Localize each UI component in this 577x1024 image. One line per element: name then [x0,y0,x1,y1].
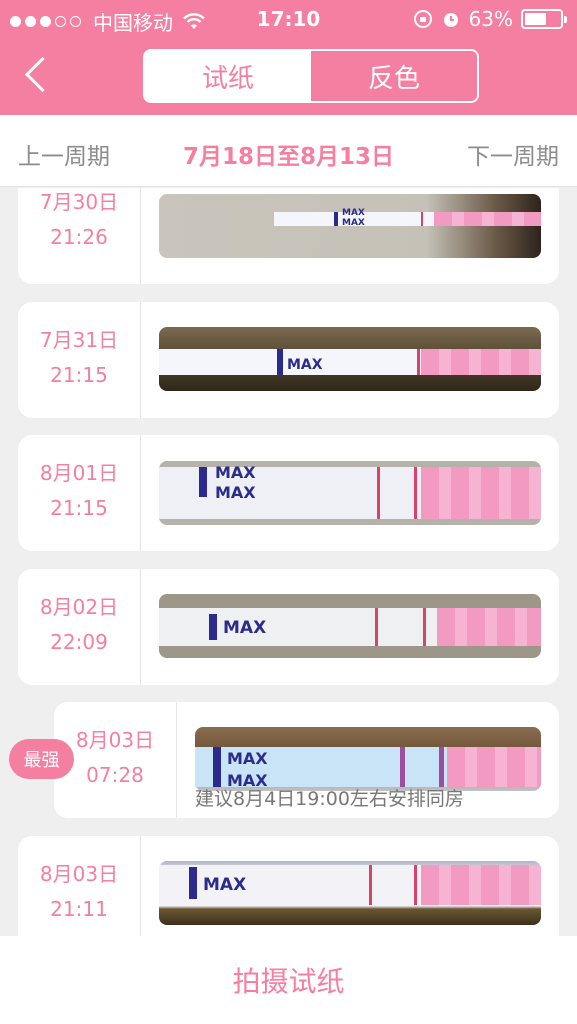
capture-strip-button[interactable]: 拍摄试纸 [0,936,577,1024]
strip-pink-zone [447,747,541,787]
app-header: 中国移动 17:10 63% 试纸 反色 [0,0,577,115]
strip-line [369,865,372,905]
strip-marker [189,867,197,899]
strip-pink-zone [437,608,541,646]
record-card-strongest[interactable]: 8月03日 07:28 MAX MAX 建议8月4日19:00左右安排同房 [54,702,559,818]
record-date: 7月30日 [39,190,119,214]
strip-drawing: MAX [159,861,541,925]
strip-pink-zone [421,467,541,519]
strip-drawing: MAX MAX [159,461,541,525]
battery-icon [521,9,567,29]
strip-marker [209,614,217,640]
strip-marker [199,467,207,497]
record-date: 8月03日 [39,862,119,886]
card-divider [140,302,141,418]
tab-invert[interactable]: 反色 [311,51,477,101]
next-cycle-button[interactable]: 下一周期 [467,137,559,171]
cycle-navigation: 上一周期 7月18日至8月13日 下一周期 [0,115,577,187]
strip-line [400,747,405,787]
strip-max-label: MAX [287,357,323,373]
rotation-lock-icon [413,10,432,28]
battery-percent: 63% [468,7,513,31]
strip-line [377,467,380,519]
strip-line [423,608,426,646]
record-card[interactable]: 8月02日 22:09 MAX [18,569,559,685]
alarm-icon [443,13,458,27]
battery-fill [525,13,546,25]
suggestion-text: 建议8月4日19:00左右安排同房 [195,788,464,810]
strip-line [417,349,420,375]
strip-drawing: MAX MAX [159,194,541,258]
strip-line [414,467,417,519]
strip-drawing: MAX [159,594,541,658]
strongest-badge: 最强 [9,739,74,779]
test-strip-photo: MAX MAX [159,194,541,258]
record-time: 22:09 [50,630,108,654]
strip-max-label: MAX [203,875,247,895]
card-divider [140,569,141,685]
test-strip-photo: MAX MAX [195,727,541,791]
strip-line [414,865,417,905]
strip-max-label: MAX [215,463,256,482]
strip-marker [277,349,283,375]
card-divider [176,702,177,818]
strip-drawing: MAX [159,327,541,391]
strip-pink-zone [421,349,541,375]
status-bar: 中国移动 17:10 63% [0,0,577,38]
record-date: 7月31日 [39,328,119,352]
record-card[interactable]: 7月31日 21:15 MAX [18,302,559,418]
record-card[interactable]: 8月01日 21:15 MAX MAX [18,435,559,551]
strip-pink-zone [434,212,541,226]
strip-max-label: MAX [342,218,365,228]
strip-pink-zone [421,865,541,905]
test-record-list[interactable]: 7月30日 21:26 MAX MAX 7月31日 21:15 MAX 8月01… [0,188,577,936]
strip-max-label: MAX [342,208,365,218]
tab-test-strip[interactable]: 试纸 [145,51,311,101]
record-card[interactable]: 8月03日 21:11 MAX [18,836,559,936]
card-divider [140,188,141,284]
card-divider [140,836,141,936]
strip-line [439,747,444,787]
test-strip-photo: MAX [159,861,541,925]
strip-marker [213,747,221,787]
strip-drawing: MAX MAX [195,727,541,791]
record-card[interactable]: 7月30日 21:26 MAX MAX [18,188,559,284]
test-strip-photo: MAX MAX [159,461,541,525]
strip-max-label: MAX [215,483,256,502]
strip-line [375,608,378,646]
view-toggle: 试纸 反色 [143,49,479,103]
record-time: 21:11 [50,897,108,921]
strip-marker [334,212,338,226]
test-strip-photo: MAX [159,594,541,658]
record-time: 21:15 [50,496,108,520]
strip-line [421,212,423,226]
status-right: 63% [413,7,567,31]
strip-max-label: MAX [223,618,267,638]
record-date: 8月01日 [39,461,119,485]
strip-max-label: MAX [227,749,268,768]
card-divider [140,435,141,551]
record-date: 8月02日 [39,595,119,619]
test-strip-photo: MAX [159,327,541,391]
record-time: 21:15 [50,363,108,387]
back-button[interactable] [22,56,52,94]
record-time: 21:26 [50,225,108,249]
